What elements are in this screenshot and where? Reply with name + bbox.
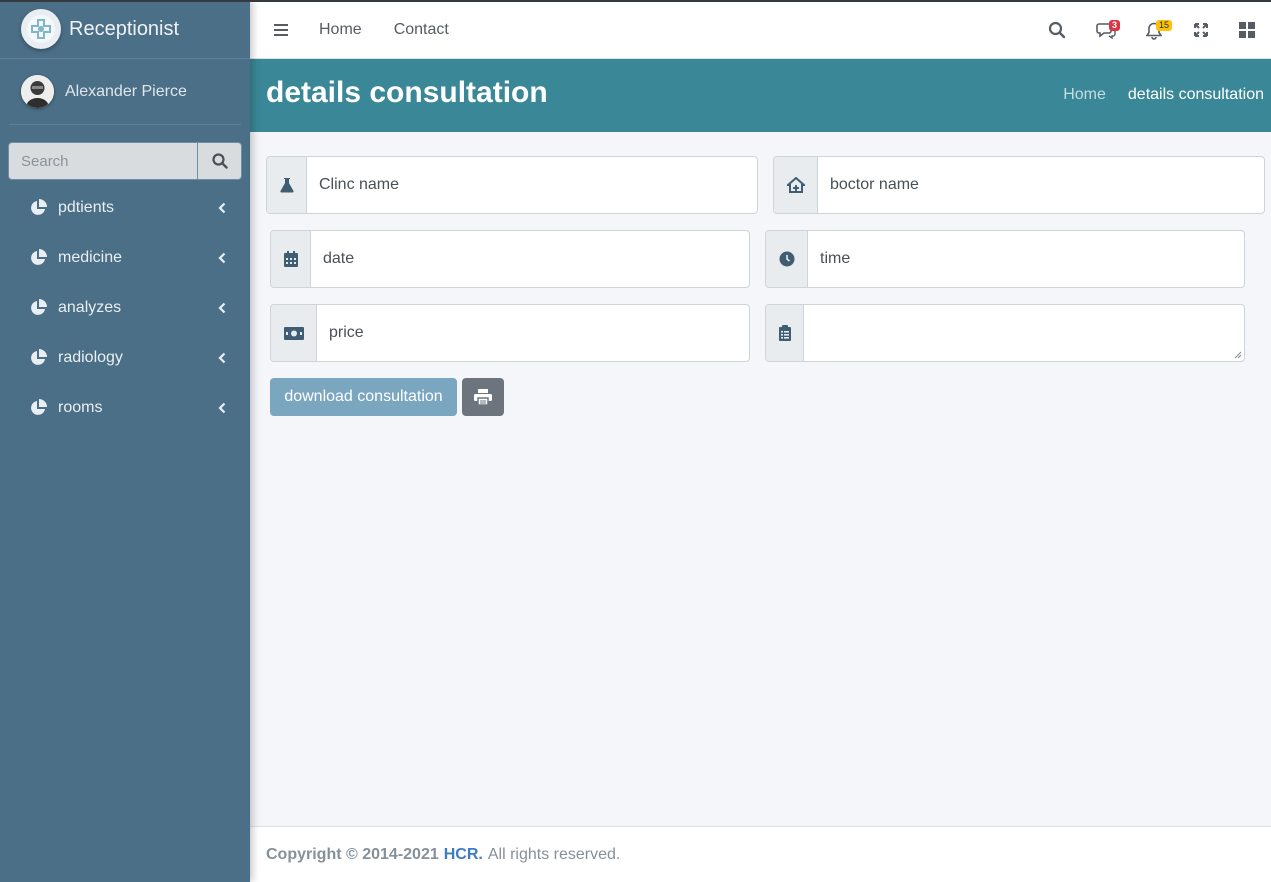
date-input[interactable]: date: [311, 231, 749, 287]
footer-rights: All rights reserved.: [487, 845, 621, 863]
doctor-name-input[interactable]: boctor name: [818, 157, 1264, 213]
price-field: price: [270, 304, 750, 362]
search-icon: [211, 153, 228, 169]
breadcrumb-current: details consultation: [1127, 86, 1264, 103]
field-addon: [766, 305, 804, 361]
sidebar-item-label: medicine: [58, 249, 123, 266]
notifications-badge: 15: [1156, 20, 1173, 31]
user-name: Alexander Pierce: [65, 82, 187, 100]
sidebar-item-rooms[interactable]: rooms: [0, 383, 250, 433]
breadcrumb-home[interactable]: Home: [1063, 86, 1106, 104]
field-addon: [766, 231, 808, 287]
resize-handle-icon[interactable]: [1234, 351, 1242, 359]
sidebar-item-label: pdtients: [58, 199, 115, 216]
control-sidebar-icon[interactable]: [1239, 22, 1255, 38]
time-input[interactable]: time: [808, 231, 1244, 287]
chevron-left-icon: [218, 352, 226, 364]
chart-pie-icon: [31, 399, 47, 415]
chevron-left-icon: [218, 402, 226, 414]
avatar: [21, 75, 54, 108]
sidebar-search: [8, 142, 242, 180]
notes-textarea[interactable]: [804, 305, 1244, 361]
footer-copyright: Copyright © 2014-2021: [266, 845, 439, 863]
sidebar-item-medicine[interactable]: medicine: [0, 233, 250, 283]
nav-link-contact[interactable]: Contact: [394, 21, 449, 39]
clinic-house-icon: [786, 177, 805, 193]
sidebar-item-analyzes[interactable]: analyzes: [0, 283, 250, 333]
clock-icon: [779, 251, 794, 267]
chart-pie-icon: [31, 249, 47, 265]
footer: Copyright © 2014-2021 HCR. All rights re…: [250, 826, 1271, 882]
money-bill-icon: [283, 326, 304, 340]
messages-badge: 3: [1109, 20, 1121, 31]
sidebar-item-patients[interactable]: pdtients: [0, 183, 250, 233]
clinic-name-input[interactable]: Clinc name: [307, 157, 757, 213]
chart-pie-icon: [31, 199, 47, 215]
fullscreen-icon[interactable]: [1193, 22, 1209, 38]
sidebar-nav: pdtients medicine analyzes radiology roo…: [0, 183, 250, 433]
menu-toggle-icon[interactable]: [274, 24, 288, 36]
page-title: details consultation: [266, 76, 548, 109]
clipboard-list-icon: [778, 325, 791, 341]
sidebar: Receptionist Alexander Pierce pdtients: [0, 0, 250, 882]
download-consultation-button[interactable]: download consultation: [270, 378, 457, 416]
brand-logo: [21, 9, 61, 49]
search-icon[interactable]: [1048, 21, 1066, 39]
chevron-left-icon: [218, 302, 226, 314]
sidebar-item-label: rooms: [58, 399, 103, 416]
print-icon: [474, 389, 492, 405]
sidebar-item-radiology[interactable]: radiology: [0, 333, 250, 383]
content-header: details consultation Home details consul…: [250, 59, 1271, 132]
chevron-left-icon: [218, 202, 226, 214]
print-button[interactable]: [462, 378, 504, 416]
flask-icon: [279, 178, 294, 193]
search-input[interactable]: [8, 142, 197, 180]
date-field: date: [270, 230, 750, 288]
notes-field: [765, 304, 1245, 362]
user-panel[interactable]: Alexander Pierce: [9, 59, 241, 125]
field-addon: [267, 157, 307, 213]
price-input[interactable]: price: [317, 305, 749, 361]
clinic-name-field: Clinc name: [266, 156, 758, 214]
time-field: time: [765, 230, 1245, 288]
field-addon: [271, 231, 311, 287]
chevron-left-icon: [218, 252, 226, 264]
top-navbar: Home Contact 3 15: [250, 2, 1271, 59]
search-button[interactable]: [197, 142, 242, 180]
nav-link-home[interactable]: Home: [319, 21, 362, 39]
brand-name: Receptionist: [69, 17, 180, 40]
notifications-button[interactable]: 15: [1146, 20, 1174, 42]
top-border: [0, 0, 1271, 2]
sidebar-item-label: radiology: [58, 349, 123, 366]
field-addon: [774, 157, 818, 213]
messages-button[interactable]: 3: [1096, 20, 1124, 42]
field-addon: [271, 305, 317, 361]
breadcrumb: Home details consultation: [1063, 86, 1264, 104]
doctor-name-field: boctor name: [773, 156, 1265, 214]
sidebar-item-label: analyzes: [58, 299, 122, 316]
footer-brand-link[interactable]: HCR.: [444, 846, 483, 864]
calendar-icon: [283, 251, 298, 267]
chart-pie-icon: [31, 299, 47, 315]
brand-link[interactable]: Receptionist: [0, 0, 250, 59]
chart-pie-icon: [31, 349, 47, 365]
